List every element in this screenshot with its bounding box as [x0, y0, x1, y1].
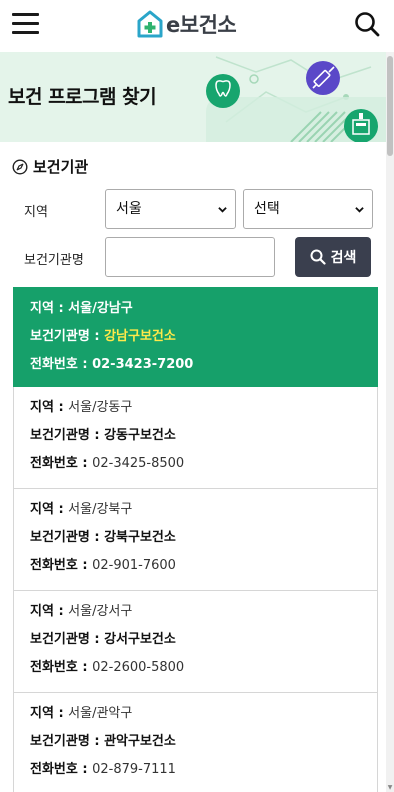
facility-name-row: 보건기관명 검색 [0, 237, 386, 277]
syringe-icon [306, 61, 340, 95]
list-item[interactable]: 지역 : 서울/강북구 보건기관명 : 강북구보건소 전화번호 : 02-901… [13, 489, 378, 591]
region-label: 지역 [24, 205, 48, 220]
chevron-down-icon [218, 207, 227, 213]
facility-name: 강동구보건소 [104, 428, 176, 443]
hospital-icon [344, 109, 378, 142]
phone-key: 전화번호 : [30, 762, 93, 777]
region-value: 서울/강북구 [68, 502, 133, 517]
list-item[interactable]: 지역 : 서울/강동구 보건기관명 : 강동구보건소 전화번호 : 02-342… [13, 387, 378, 489]
logo-text: e보건소 [166, 13, 237, 37]
facility-name: 관악구보건소 [104, 734, 176, 749]
list-item[interactable]: 지역 : 서울/강남구 보건기관명 : 강남구보건소 전화번호 : 02-342… [13, 287, 378, 387]
region-value: 서울/강서구 [68, 604, 133, 619]
scrollbar[interactable]: ▼ [386, 52, 394, 792]
phone-value: 02-879-7111 [92, 762, 176, 777]
region-key: 지역 : [30, 706, 69, 721]
phone-value: 02-3425-8500 [92, 456, 185, 471]
region-key: 지역 : [30, 301, 69, 316]
region-key: 지역 : [30, 604, 69, 619]
region-select-value: 서울 [116, 201, 142, 217]
scroll-down-arrow-icon[interactable]: ▼ [386, 784, 394, 792]
name-key: 보건기관명 : [30, 530, 105, 545]
region-select[interactable]: 서울 [105, 189, 236, 229]
name-key: 보건기관명 : [30, 632, 105, 647]
compass-icon [12, 158, 28, 175]
logo[interactable]: e보건소 [137, 8, 237, 40]
search-button[interactable]: 검색 [295, 237, 371, 277]
search-icon [310, 249, 326, 265]
phone-value: 02-3423-7200 [92, 357, 194, 372]
app-header: e보건소 [0, 0, 394, 52]
region-value: 서울/강남구 [68, 301, 133, 316]
region-row: 지역 서울 선택 [0, 189, 386, 229]
banner-illustration [206, 56, 386, 142]
chevron-down-icon [355, 207, 364, 213]
name-key: 보건기관명 : [30, 734, 105, 749]
scrollbar-thumb[interactable] [387, 56, 393, 156]
list-item[interactable]: 지역 : 서울/강서구 보건기관명 : 강서구보건소 전화번호 : 02-260… [13, 591, 378, 693]
phone-key: 전화번호 : [30, 357, 93, 372]
tooth-icon [206, 74, 240, 108]
banner: 보건 프로그램 찾기 [0, 52, 386, 142]
phone-key: 전화번호 : [30, 456, 93, 471]
district-select[interactable]: 선택 [243, 189, 373, 229]
region-key: 지역 : [30, 400, 69, 415]
phone-value: 02-2600-5800 [92, 660, 185, 675]
name-key: 보건기관명 : [30, 329, 105, 344]
district-select-value: 선택 [254, 201, 280, 217]
logo-icon [137, 10, 163, 38]
phone-key: 전화번호 : [30, 558, 93, 573]
section-title-text: 보건기관 [33, 158, 89, 176]
results-list: 지역 : 서울/강남구 보건기관명 : 강남구보건소 전화번호 : 02-342… [13, 287, 378, 792]
search-button-label: 검색 [330, 250, 357, 266]
phone-value: 02-901-7600 [92, 558, 176, 573]
facility-name-label: 보건기관명 [24, 253, 84, 268]
region-key: 지역 : [30, 502, 69, 517]
region-value: 서울/관악구 [68, 706, 133, 721]
facility-name: 강서구보건소 [104, 632, 176, 647]
region-value: 서울/강동구 [68, 400, 133, 415]
facility-name: 강북구보건소 [104, 530, 176, 545]
facility-name: 강남구보건소 [104, 329, 176, 344]
name-key: 보건기관명 : [30, 428, 105, 443]
list-item[interactable]: 지역 : 서울/관악구 보건기관명 : 관악구보건소 전화번호 : 02-879… [13, 693, 378, 792]
menu-icon[interactable] [12, 12, 39, 36]
search-icon[interactable] [354, 11, 380, 37]
section-title: 보건기관 [12, 156, 88, 177]
phone-key: 전화번호 : [30, 660, 93, 675]
facility-name-input[interactable] [105, 237, 275, 277]
banner-title: 보건 프로그램 찾기 [8, 86, 157, 108]
